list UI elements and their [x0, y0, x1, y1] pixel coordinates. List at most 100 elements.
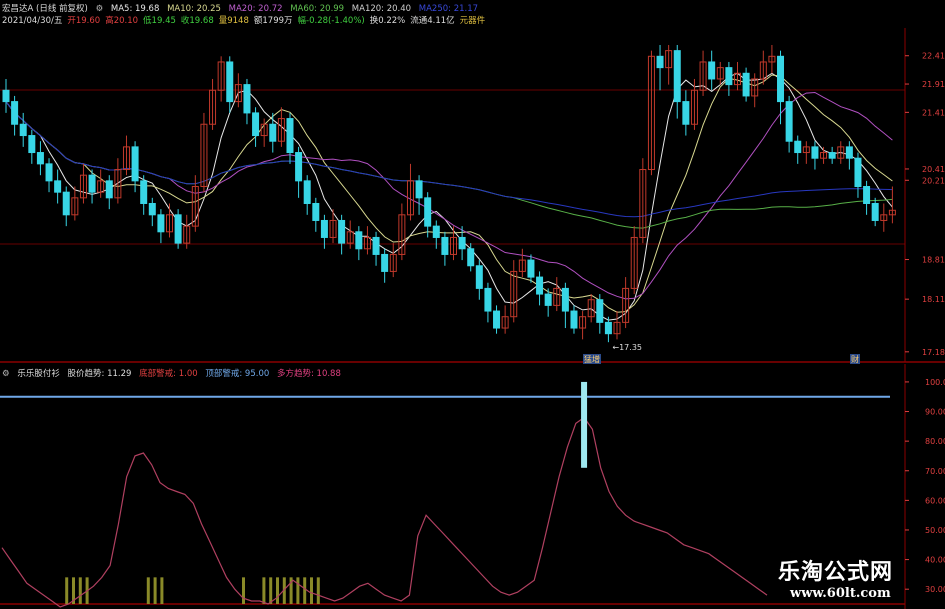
- candle[interactable]: [217, 56, 225, 102]
- candle[interactable]: [880, 203, 888, 232]
- candle-body: [54, 180, 62, 193]
- candle[interactable]: [699, 50, 707, 96]
- candle[interactable]: [553, 277, 561, 312]
- sub-y-tick-label: 80.00: [925, 437, 945, 446]
- candle[interactable]: [209, 78, 217, 130]
- candle[interactable]: [716, 61, 724, 85]
- candle[interactable]: [665, 44, 673, 85]
- candle[interactable]: [71, 186, 79, 221]
- watermark-url: www.60lt.com: [790, 586, 891, 601]
- candle[interactable]: [312, 197, 320, 232]
- candle[interactable]: [295, 146, 303, 198]
- candle[interactable]: [828, 146, 836, 164]
- candle[interactable]: [871, 197, 879, 227]
- candle[interactable]: [105, 175, 113, 210]
- candle-body: [682, 101, 690, 125]
- candle-body: [596, 299, 604, 323]
- candle[interactable]: [450, 226, 457, 261]
- event-badge-finance[interactable]: 财: [851, 354, 859, 364]
- candle[interactable]: [613, 311, 621, 340]
- candle[interactable]: [157, 209, 165, 244]
- candle[interactable]: [277, 107, 285, 147]
- candle[interactable]: [811, 141, 819, 170]
- candle[interactable]: [493, 305, 501, 334]
- candle[interactable]: [338, 214, 346, 255]
- candle[interactable]: [863, 180, 871, 215]
- candle[interactable]: [484, 282, 492, 323]
- candle-body: [226, 61, 234, 103]
- candle[interactable]: [561, 282, 569, 329]
- candle[interactable]: [777, 50, 785, 125]
- price-chart[interactable]: 22.41 21.91 21.41 20.41 20.21 18.81 18.11 17.18…: [0, 0, 945, 364]
- candle[interactable]: [587, 294, 595, 323]
- candle[interactable]: [845, 141, 853, 170]
- bottom-signal-bar: [65, 577, 69, 604]
- candle[interactable]: [708, 50, 716, 91]
- sub-y-tick-label: 90.00: [925, 408, 945, 417]
- candle[interactable]: [148, 197, 156, 227]
- candle[interactable]: [303, 175, 311, 215]
- candle[interactable]: [639, 158, 647, 244]
- candle[interactable]: [742, 67, 750, 102]
- candle[interactable]: [536, 271, 544, 306]
- candle[interactable]: [381, 248, 389, 283]
- candle-body: [286, 118, 294, 154]
- candle[interactable]: [725, 61, 733, 96]
- candle[interactable]: [389, 243, 397, 278]
- candle[interactable]: [166, 203, 174, 238]
- candle[interactable]: [596, 294, 604, 334]
- candle[interactable]: [62, 186, 70, 227]
- candle[interactable]: [424, 192, 432, 238]
- candle[interactable]: [226, 56, 234, 113]
- candle[interactable]: [329, 209, 337, 244]
- candle[interactable]: [579, 311, 587, 340]
- candle[interactable]: [794, 135, 802, 164]
- candle[interactable]: [656, 44, 664, 91]
- candle[interactable]: [518, 248, 526, 278]
- candle[interactable]: [252, 107, 260, 147]
- candle[interactable]: [820, 146, 828, 164]
- candle[interactable]: [355, 226, 363, 261]
- candle[interactable]: [475, 260, 483, 300]
- candle[interactable]: [36, 141, 44, 176]
- candle[interactable]: [122, 135, 130, 176]
- candle[interactable]: [501, 305, 509, 334]
- candle[interactable]: [372, 231, 380, 266]
- candle[interactable]: [54, 169, 62, 204]
- candle[interactable]: [510, 260, 518, 323]
- candle[interactable]: [363, 226, 371, 255]
- candle[interactable]: [140, 175, 148, 215]
- candle[interactable]: [243, 78, 251, 125]
- candle[interactable]: [2, 78, 10, 113]
- candle[interactable]: [622, 277, 630, 329]
- candle[interactable]: [527, 254, 535, 283]
- candle[interactable]: [97, 169, 105, 198]
- candle[interactable]: [673, 44, 681, 119]
- candle[interactable]: [398, 203, 406, 261]
- candle[interactable]: [682, 90, 690, 136]
- candle[interactable]: [733, 61, 741, 91]
- candle[interactable]: [854, 152, 862, 198]
- event-badge-surge[interactable]: 猛增: [584, 354, 600, 364]
- candle[interactable]: [11, 95, 19, 136]
- candle[interactable]: [79, 163, 87, 204]
- candle[interactable]: [647, 50, 655, 176]
- candle[interactable]: [415, 175, 423, 215]
- candle[interactable]: [346, 220, 354, 249]
- candle[interactable]: [406, 163, 414, 221]
- candle[interactable]: [768, 44, 776, 74]
- candle[interactable]: [174, 209, 182, 249]
- sub-y-tick-label: 100.00: [925, 378, 945, 387]
- candle[interactable]: [570, 305, 578, 334]
- candle[interactable]: [802, 141, 810, 164]
- candle[interactable]: [441, 231, 449, 266]
- candle[interactable]: [45, 158, 53, 193]
- candle[interactable]: [286, 112, 294, 164]
- candle[interactable]: [604, 316, 612, 343]
- candle[interactable]: [114, 158, 122, 204]
- candle[interactable]: [28, 129, 36, 164]
- candle[interactable]: [432, 220, 440, 249]
- candle[interactable]: [785, 95, 793, 153]
- candle[interactable]: [630, 226, 638, 295]
- candle-body: [372, 236, 380, 255]
